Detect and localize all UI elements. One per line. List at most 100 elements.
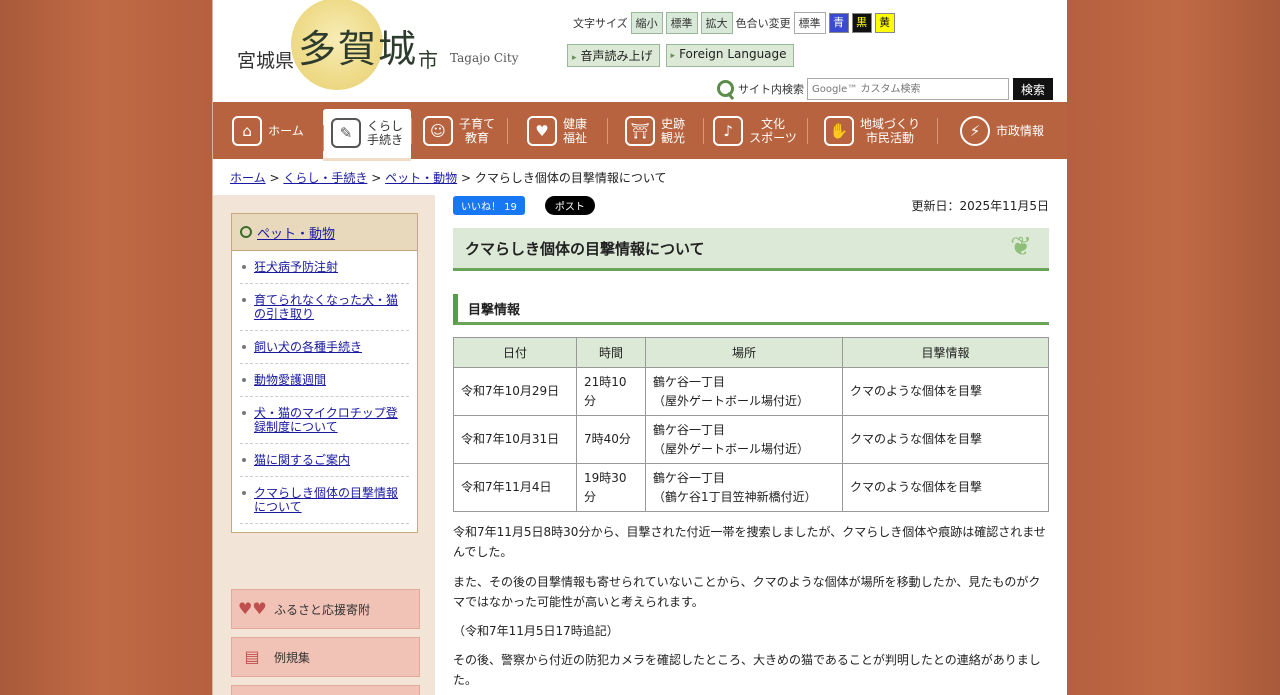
nav-health[interactable]: ♥ 健康 福祉: [507, 102, 607, 159]
site-header: 宮城県 多賀城 市 Tagajo City 文字サイズ 縮小 標準 拡大 色合い…: [213, 0, 1067, 102]
foreign-language-button[interactable]: Foreign Language: [665, 44, 794, 67]
breadcrumb-living[interactable]: くらし・手続き: [283, 171, 367, 185]
sidebar-item-link[interactable]: 犬・猫のマイクロチップ登録制度について: [254, 406, 398, 434]
logo-city-name: 多賀城: [298, 27, 419, 71]
furusato-banner[interactable]: ♥♥ ふるさと応援寄附: [231, 589, 420, 629]
color-label: 色合い変更: [735, 17, 791, 30]
sidebar-item-link[interactable]: 飼い犬の各種手続き: [254, 340, 362, 354]
nav-community-label: 地域づくり 市民活動: [860, 117, 920, 145]
place-line-2: （屋外ゲートボール場付近）: [653, 393, 810, 408]
sidebar-item-link[interactable]: 育てられなくなった犬・猫の引き取り: [254, 293, 398, 321]
more-banner[interactable]: [231, 685, 420, 695]
accessibility-tools: 文字サイズ 縮小 標準 拡大 色合い変更 標準 青 黒 黄: [573, 12, 895, 34]
home-icon: ⌂: [232, 115, 263, 146]
search-input[interactable]: [807, 78, 1009, 100]
color-standard-button[interactable]: 標準: [793, 12, 826, 34]
x-post-button[interactable]: ポスト: [544, 195, 595, 215]
section-heading: 目撃情報: [453, 294, 1049, 325]
read-aloud-button[interactable]: 音声読み上げ: [567, 44, 660, 67]
nav-community[interactable]: ✋ 地域づくり 市民活動: [807, 102, 937, 159]
nav-home[interactable]: ⌂ ホーム: [213, 102, 323, 159]
social-bar: いいね！ 19 ポスト 更新日：2025年11月5日: [453, 195, 1049, 215]
search-button[interactable]: 検索: [1013, 78, 1053, 100]
column-header: 目撃情報: [842, 337, 1049, 368]
sidebar-item: 育てられなくなった犬・猫の引き取り: [240, 284, 409, 331]
table-header-row: 日付 時間 場所 目撃情報: [453, 337, 1049, 368]
nav-health-label: 健康 福祉: [563, 117, 587, 145]
updated-date: 更新日：2025年11月5日: [911, 198, 1049, 213]
column-header: 日付: [453, 337, 577, 368]
lightning-icon: ⚡: [959, 115, 990, 146]
sidebar-list: 狂犬病予防注射 育てられなくなった犬・猫の引き取り 飼い犬の各種手続き 動物愛護…: [232, 251, 417, 532]
health-icon: ♥: [526, 115, 557, 146]
site-logo[interactable]: 宮城県 多賀城 市 Tagajo City: [237, 0, 518, 90]
paragraph: また、その後の目撃情報も寄せられていないことから、クマのような個体が場所を移動し…: [453, 575, 1041, 609]
nav-child-label: 子育て 教育: [459, 117, 495, 145]
reiki-banner[interactable]: ▤ 例規集: [231, 637, 420, 677]
sidebar-item-link[interactable]: 動物愛護週間: [254, 373, 326, 387]
date-cell: 令和7年10月31日: [453, 415, 577, 464]
nav-health-label-1: 健康: [562, 116, 587, 131]
sidebar-item-link[interactable]: 猫に関するご案内: [254, 453, 350, 467]
table-row: 令和7年10月31日 7時40分 鶴ケ谷一丁目 （屋外ゲートボール場付近） クマの…: [453, 415, 1049, 464]
breadcrumb-home[interactable]: ホーム: [230, 171, 266, 185]
addendum-note: （令和7年11月5日17時追記）: [453, 624, 619, 638]
nav-child-label-2: 教育: [464, 130, 489, 145]
color-black-button[interactable]: 黒: [851, 13, 872, 33]
sidebar: ペット・動物 狂犬病予防注射 育てられなくなった犬・猫の引き取り 飼い犬の各種手…: [213, 195, 435, 695]
info-cell: クマのような個体を目撃: [842, 415, 1049, 464]
search-label: サイト内検索: [738, 83, 804, 96]
font-large-button[interactable]: 拡大: [700, 12, 733, 34]
font-small-button[interactable]: 縮小: [630, 12, 663, 34]
table-row: 令和7年11月4日 19時30分 鶴ケ谷一丁目 （鶴ケ谷1丁目笠神新橋付近） クマ…: [453, 463, 1049, 512]
sidebar-item-link[interactable]: クマらしき個体の目撃情報について: [254, 486, 398, 514]
child-icon: ☺: [422, 115, 453, 146]
breadcrumb-sep: >: [460, 171, 471, 185]
nav-history-label: 史跡 観光: [661, 117, 685, 145]
circle-bullet-icon: [240, 226, 252, 238]
place-line-1: 鶴ケ谷一丁目: [653, 374, 726, 389]
color-blue-button[interactable]: 青: [828, 13, 849, 33]
breadcrumb-sep: >: [371, 171, 382, 185]
color-yellow-button[interactable]: 黄: [874, 13, 895, 33]
culture-icon: ♪: [713, 115, 744, 146]
nav-history[interactable]: ⛩ 史跡 観光: [607, 102, 703, 159]
nav-living[interactable]: ✎ くらし 手続き: [323, 108, 411, 161]
place-line-2: （鶴ケ谷1丁目笠神新橋付近）: [653, 489, 817, 504]
nav-living-label-1: くらし: [366, 119, 403, 133]
facebook-like-button[interactable]: いいね！ 19: [453, 195, 525, 215]
sidebar-item: 飼い犬の各種手続き: [240, 331, 409, 364]
logo-city-suffix: 市: [418, 48, 439, 72]
nav-living-label: くらし 手続き: [367, 119, 403, 147]
nav-living-label-2: 手続き: [366, 133, 403, 147]
sidebar-menu: ペット・動物 狂犬病予防注射 育てられなくなった犬・猫の引き取り 飼い犬の各種手…: [231, 213, 418, 533]
nav-culture-label: 文化 スポーツ: [749, 117, 797, 145]
place-line-1: 鶴ケ谷一丁目: [653, 422, 726, 437]
place-cell: 鶴ケ谷一丁目 （屋外ゲートボール場付近）: [645, 415, 843, 464]
header-links: 音声読み上げ Foreign Language: [567, 44, 794, 67]
breadcrumb-current: クマらしき個体の目撃情報について: [474, 171, 667, 185]
column-header: 場所: [645, 337, 843, 368]
book-icon: ▤: [244, 647, 260, 666]
breadcrumb-pets[interactable]: ペット・動物: [385, 171, 457, 185]
nav-home-label: ホーム: [268, 123, 304, 138]
nav-city-info[interactable]: ⚡ 市政情報: [937, 102, 1067, 159]
date-cell: 令和7年10月29日: [453, 367, 577, 416]
nav-culture-label-1: 文化: [760, 116, 785, 131]
site-search: サイト内検索 検索: [716, 78, 1053, 100]
nav-culture[interactable]: ♪ 文化 スポーツ: [703, 102, 807, 159]
sidebar-heading-link[interactable]: ペット・動物: [257, 223, 335, 242]
nav-city-info-label: 市政情報: [995, 123, 1044, 138]
page: 宮城県 多賀城 市 Tagajo City 文字サイズ 縮小 標準 拡大 色合い…: [213, 0, 1067, 695]
nav-history-label-1: 史跡: [660, 116, 685, 131]
sidebar-item: 犬・猫のマイクロチップ登録制度について: [240, 397, 409, 444]
sidebar-item-link[interactable]: 狂犬病予防注射: [254, 260, 338, 274]
sightings-table: 日付 時間 場所 目撃情報 令和7年10月29日 21時10分 鶴ケ谷一丁目 （屋…: [453, 337, 1049, 512]
history-icon: ⛩: [624, 115, 655, 146]
info-cell: クマのような個体を目撃: [842, 463, 1049, 512]
place-cell: 鶴ケ谷一丁目 （屋外ゲートボール場付近）: [645, 367, 843, 416]
font-standard-button[interactable]: 標準: [665, 12, 698, 34]
nav-history-label-2: 観光: [660, 130, 685, 145]
sidebar-item: 猫に関するご案内: [240, 444, 409, 477]
nav-child[interactable]: ☺ 子育て 教育: [411, 102, 507, 159]
